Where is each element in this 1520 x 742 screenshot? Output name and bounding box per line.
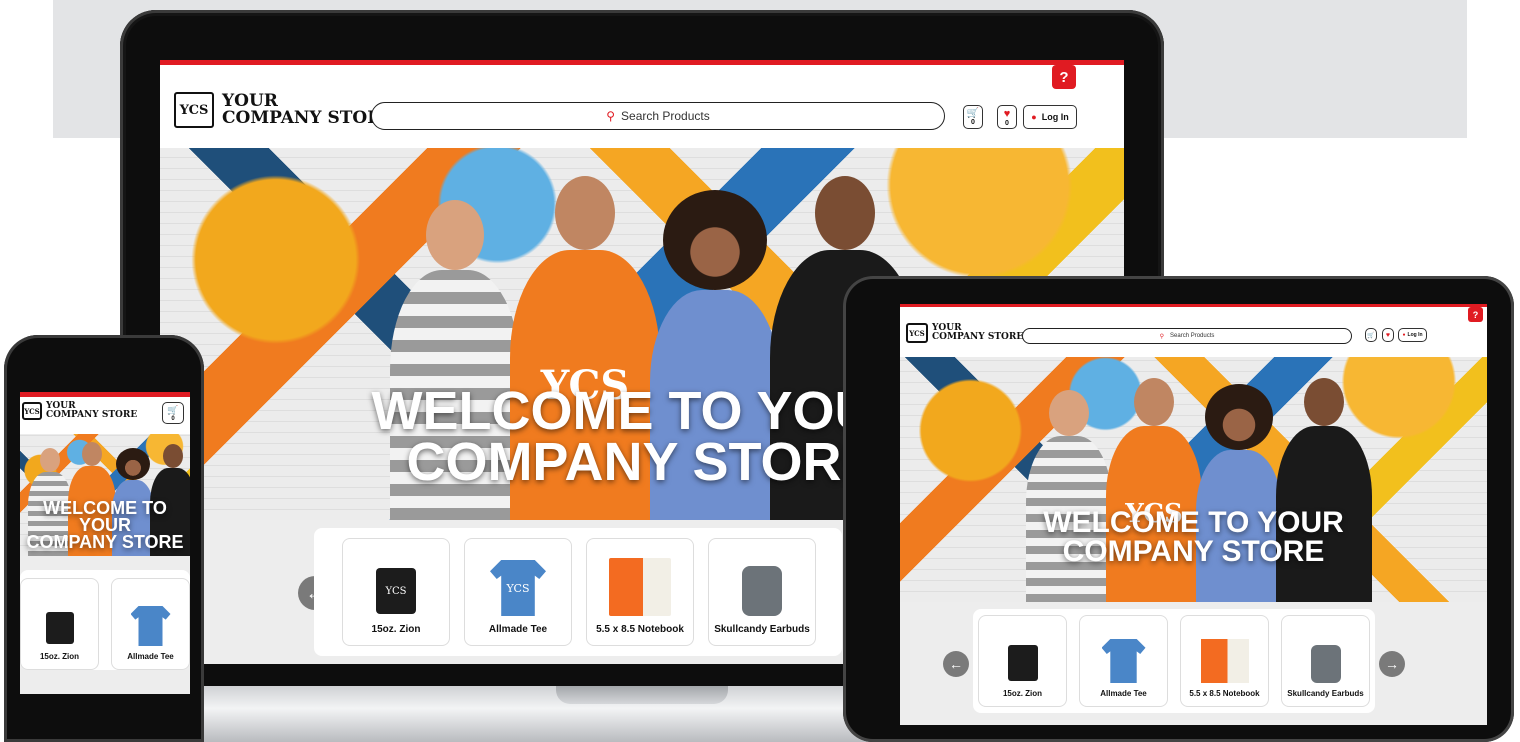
store-logo[interactable]: YCS YOUR COMPANY STORE [174,92,394,128]
product-carousel: ← → 15oz. Zion Allmade Tee 5.5 x 8.5 Not… [900,602,1487,725]
top-red-bar [20,392,190,397]
tee-image [130,606,171,646]
cart-icon: 🛒 [1367,332,1375,339]
cart-button[interactable]: 🛒 0 [162,402,184,424]
phone-screen: YCS YOUR COMPANY STORE 🛒 0 WELCOME TO YO… [20,392,190,694]
carousel-prev-button[interactable]: ← [943,651,969,677]
hero-models: YCS [1026,378,1372,602]
help-button[interactable]: ? [1052,65,1076,89]
cart-count: 0 [171,415,175,422]
tee-image [1101,639,1146,683]
search-bar[interactable]: ⚲ Search Products [371,102,945,130]
wishlist-button[interactable]: ♥ [1382,328,1394,342]
product-name: 15oz. Zion [39,652,80,661]
arrow-left-icon: ← [949,656,963,672]
cart-button[interactable]: 🛒 [1365,328,1377,342]
logo-line-2: COMPANY STORE [46,410,138,420]
product-name: Skullcandy Earbuds [1287,689,1364,698]
tablet-screen: ? YCS YOUR COMPANY STORE ⚲ Search Produc… [900,304,1487,725]
hero-headline: WELCOME TO YOUR COMPANY STORE [20,498,190,553]
product-card-tee[interactable]: Allmade Tee [1079,615,1168,707]
top-red-bar [900,304,1487,307]
hero-headline: WELCOME TO YOUR COMPANY STORE [900,506,1487,568]
carousel-next-button[interactable]: → [1379,651,1405,677]
arrow-right-icon: → [1385,656,1399,672]
company-monogram-logo: YCS [22,402,42,420]
product-name: 5.5 x 8.5 Notebook [1189,689,1260,698]
hero-line-1: WELCOME TO YOUR [1043,506,1344,539]
login-button[interactable]: ● Log In [1023,105,1077,129]
wishlist-button[interactable]: ♥ 0 [997,105,1017,129]
notebook-image [609,558,671,616]
company-monogram-logo: YCS [906,323,928,343]
product-name: Allmade Tee [488,624,548,635]
earbuds-image [742,566,782,616]
hero-banner: YCS WELCOME TO YOUR COMPANY STORE [900,357,1487,602]
logo-line-2: COMPANY STORE [222,108,395,128]
help-icon: ? [1472,309,1479,320]
search-icon: ⚲ [1159,333,1165,340]
product-tray: 15oz. Zion Allmade Tee [20,570,190,670]
earbuds-image [1310,645,1341,683]
cart-count: 0 [971,119,975,126]
product-card-tee[interactable]: YCS Allmade Tee [464,538,572,646]
logo-line-2: COMPANY STORE [932,332,1024,342]
product-card-tee[interactable]: Allmade Tee [111,578,190,670]
search-placeholder: Search Products [1170,333,1215,339]
store-logo[interactable]: YCS YOUR COMPANY STORE [906,323,1023,343]
cart-icon: 🛒 [167,404,179,415]
search-bar[interactable]: ⚲ Search Products [1022,328,1352,344]
laptop-notch [556,686,728,704]
product-card-notebook[interactable]: 5.5 x 8.5 Notebook [586,538,694,646]
hero-line-2: COMPANY STORE [1062,534,1325,568]
cart-button[interactable]: 🛒 0 [963,105,983,129]
hero-banner: WELCOME TO YOUR COMPANY STORE [20,434,190,556]
product-card-mug[interactable]: 15oz. Zion [20,578,99,670]
product-card-earbuds[interactable]: Skullcandy Earbuds [1281,615,1370,707]
wishlist-count: 0 [1005,119,1009,127]
search-icon: ⚲ [606,109,616,123]
tee-image: YCS [490,560,546,616]
help-button[interactable]: ? [1468,307,1483,322]
product-name: Allmade Tee [1100,689,1147,698]
product-card-mug[interactable]: YCS 15oz. Zion [342,538,450,646]
product-carousel: 15oz. Zion Allmade Tee [20,556,190,694]
help-icon: ? [1059,68,1069,86]
product-tray: YCS 15oz. Zion YCS Allmade Tee 5.5 x 8.5… [314,528,842,656]
product-name: Skullcandy Earbuds [714,624,810,635]
login-label: Log In [1407,332,1423,338]
notebook-image [1200,639,1249,683]
product-name: 15oz. Zion [371,624,421,635]
search-placeholder: Search Products [621,109,710,123]
hero-line-1: WELCOME TO YOUR [43,498,167,536]
top-red-bar [160,60,1124,65]
product-name: 5.5 x 8.5 Notebook [596,624,684,635]
product-card-mug[interactable]: 15oz. Zion [978,615,1067,707]
login-button[interactable]: ● Log In [1398,328,1427,342]
heart-icon: ♥ [1003,107,1011,120]
product-name: Allmade Tee [127,652,174,661]
login-label: Log In [1041,112,1069,122]
store-logo[interactable]: YCS YOUR COMPANY STORE [22,402,137,420]
mug-image: YCS [376,568,416,614]
mug-image [45,612,74,644]
hero-line-2: COMPANY STORE [26,532,184,553]
product-card-earbuds[interactable]: Skullcandy Earbuds [708,538,816,646]
device-mockup-scene: ? YCS YOUR COMPANY STORE ⚲ Search Produc… [0,0,1520,742]
product-tray: 15oz. Zion Allmade Tee 5.5 x 8.5 Noteboo… [973,609,1375,713]
product-card-notebook[interactable]: 5.5 x 8.5 Notebook [1180,615,1269,707]
mug-image [1007,645,1038,681]
user-icon: ● [1402,332,1406,338]
cart-icon: 🛒 [966,108,980,119]
product-name: 15oz. Zion [1002,689,1043,698]
heart-icon: ♥ [1385,331,1391,339]
company-monogram-logo: YCS [174,92,214,128]
user-icon: ● [1031,112,1037,122]
